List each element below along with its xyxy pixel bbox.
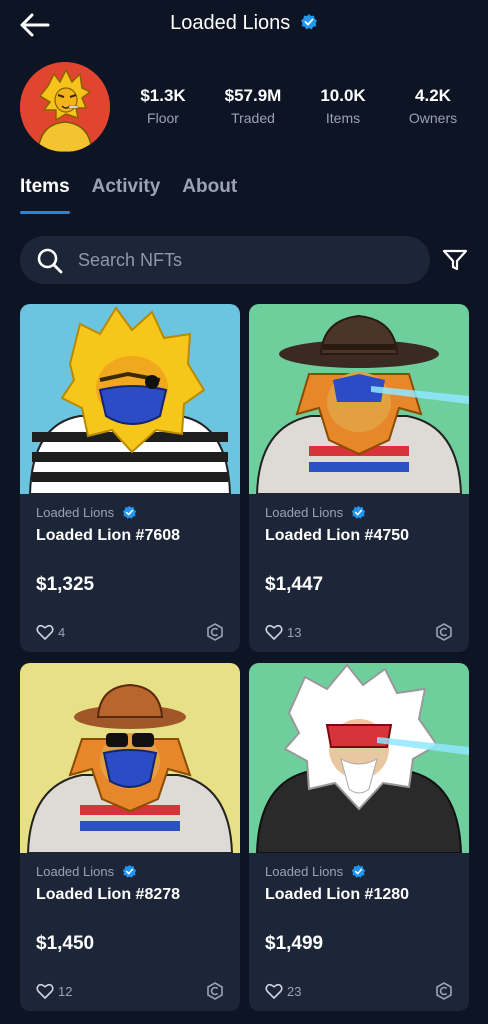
chain-logo-icon: [207, 982, 223, 1000]
collection-name: Loaded Lions: [36, 505, 115, 520]
stat-label: Items: [325, 110, 361, 126]
collection-name: Loaded Lions: [265, 864, 344, 879]
heart-icon: [36, 983, 54, 999]
tab-activity[interactable]: Activity: [92, 176, 161, 214]
stat-floor: $1.3K Floor: [118, 85, 208, 131]
nft-price: $1,447: [265, 574, 324, 595]
collection-name-row: Loaded Lions: [265, 864, 366, 879]
stat-label: Floor: [147, 110, 179, 126]
nft-price: $1,325: [36, 574, 95, 595]
verified-badge-icon: [351, 864, 365, 878]
filter-icon[interactable]: [441, 246, 469, 274]
like-count: 4: [58, 624, 66, 640]
nft-card[interactable]: Loaded Lions Loaded Lion #4750 $1,447 13: [249, 304, 469, 652]
nft-card[interactable]: Loaded Lions Loaded Lion #8278 $1,450 12: [20, 663, 240, 1011]
tab-about[interactable]: About: [182, 176, 237, 214]
stat-label: Traded: [231, 110, 275, 126]
search-input[interactable]: [78, 236, 408, 284]
nft-artwork-7608: [20, 304, 240, 494]
nft-artwork-1280: [249, 663, 469, 853]
nft-name: Loaded Lion #1280: [265, 886, 410, 903]
collection-title-wrap: Loaded Lions: [0, 12, 488, 35]
chain-logo-icon: [436, 982, 452, 1000]
verified-badge-icon: [300, 14, 317, 30]
stat-value: $1.3K: [140, 86, 186, 105]
verified-badge-icon: [122, 864, 136, 878]
like-button[interactable]: 13: [265, 624, 301, 640]
collection-name-row: Loaded Lions: [36, 505, 137, 520]
verified-badge-icon: [351, 505, 365, 519]
search-icon: [37, 248, 63, 274]
stat-items: 10.0K Items: [298, 85, 388, 131]
like-button[interactable]: 4: [36, 624, 65, 640]
like-button[interactable]: 23: [265, 983, 301, 999]
collection-stats: $1.3K Floor $57.9M Traded 10.0K Items 4.…: [118, 85, 478, 131]
top-bar: Loaded Lions: [0, 0, 488, 50]
lion-avatar-icon: [20, 62, 110, 152]
heart-icon: [36, 624, 54, 640]
page-title: Loaded Lions: [170, 12, 291, 34]
verified-badge-icon: [122, 505, 136, 519]
nft-artwork-8278: [20, 663, 240, 853]
like-count: 13: [287, 624, 302, 640]
nft-name: Loaded Lion #8278: [36, 886, 181, 903]
nft-artwork-4750: [249, 304, 469, 494]
like-count: 23: [287, 983, 302, 999]
like-button[interactable]: 12: [36, 983, 72, 999]
collection-name: Loaded Lions: [36, 864, 115, 879]
stat-traded: $57.9M Traded: [208, 85, 298, 131]
tab-items[interactable]: Items: [20, 176, 70, 214]
nft-name: Loaded Lion #7608: [36, 527, 181, 544]
nft-card[interactable]: Loaded Lions Loaded Lion #7608 $1,325 4: [20, 304, 240, 652]
stat-value: 10.0K: [320, 86, 366, 105]
tab-bar: Items Activity About: [20, 176, 237, 214]
heart-icon: [265, 624, 283, 640]
collection-name: Loaded Lions: [265, 505, 344, 520]
like-count: 12: [58, 983, 73, 999]
chain-logo-icon: [436, 623, 452, 641]
nft-price: $1,450: [36, 933, 95, 954]
nft-name: Loaded Lion #4750: [265, 527, 410, 544]
nft-price: $1,499: [265, 933, 324, 954]
chain-logo-icon: [207, 623, 223, 641]
nft-card[interactable]: Loaded Lions Loaded Lion #1280 $1,499 23: [249, 663, 469, 1011]
heart-icon: [265, 983, 283, 999]
collection-name-row: Loaded Lions: [36, 864, 137, 879]
stat-label: Owners: [408, 110, 458, 126]
collection-avatar: [20, 62, 110, 152]
stat-owners: 4.2K Owners: [388, 85, 478, 131]
stat-value: $57.9M: [224, 86, 282, 105]
stat-value: 4.2K: [415, 86, 451, 105]
search-bar: [20, 236, 430, 284]
collection-name-row: Loaded Lions: [265, 505, 366, 520]
